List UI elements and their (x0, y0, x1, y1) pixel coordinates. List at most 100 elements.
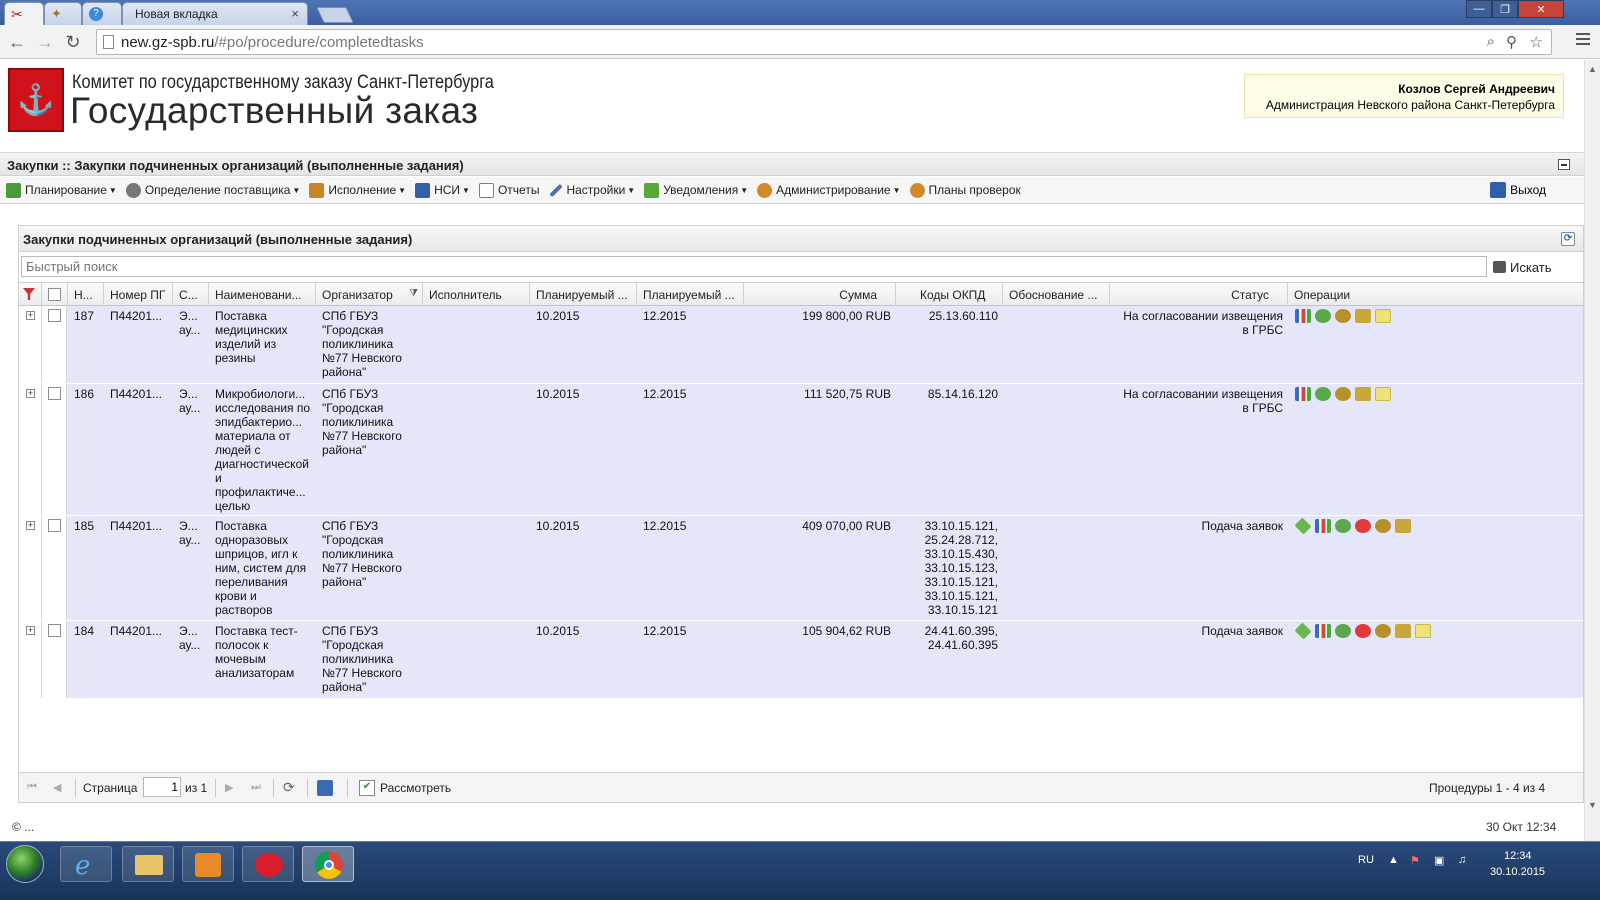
explorer-icon[interactable] (122, 846, 174, 882)
docs-icon[interactable] (1375, 387, 1391, 401)
pin-icon[interactable]: ⚲ (1506, 33, 1517, 51)
gears-icon[interactable] (1335, 624, 1351, 638)
view-icon[interactable]: ✔ (359, 780, 375, 796)
col-okpd[interactable]: Коды ОКПД (896, 283, 1003, 307)
select-all-checkbox[interactable] (42, 283, 68, 307)
col-pg-number[interactable]: Номер ПГ (104, 283, 173, 307)
col-sum[interactable]: Сумма (744, 283, 896, 307)
col-name[interactable]: Наименовани... (209, 283, 316, 307)
docs-icon[interactable] (1415, 624, 1431, 638)
page-number-input[interactable] (143, 777, 181, 797)
tab-new[interactable]: Новая вкладка × (122, 2, 308, 25)
zoom-icon[interactable]: ⌕ (1487, 33, 1495, 50)
gears-icon[interactable] (1315, 387, 1331, 401)
table-row[interactable]: + 187 П44201... Э... ау... Поставка меди… (19, 306, 1583, 384)
emblem-icon[interactable] (1335, 309, 1351, 323)
row-checkbox[interactable] (48, 519, 61, 532)
network-icon[interactable]: ▣ (1434, 854, 1444, 867)
gears-icon[interactable] (1335, 519, 1351, 533)
start-button[interactable] (6, 845, 44, 883)
stop-icon[interactable] (1355, 624, 1371, 638)
tab-procurement[interactable]: ✂ (4, 2, 44, 25)
scroll-icon[interactable] (1355, 387, 1371, 401)
col-planned-2[interactable]: Планируемый ... (637, 283, 744, 307)
filter-icon[interactable]: ⧩ (409, 288, 418, 299)
expand-icon[interactable]: + (26, 389, 35, 398)
tag-icon[interactable] (1294, 517, 1312, 535)
menu-execution[interactable]: Исполнение ▼ (309, 182, 406, 198)
table-row[interactable]: + 185 П44201... Э... ау... Поставка одно… (19, 516, 1583, 621)
chart-icon[interactable] (1315, 519, 1331, 533)
chart-icon[interactable] (1295, 387, 1311, 401)
col-executor[interactable]: Исполнитель (423, 283, 530, 307)
flag-icon[interactable]: ⚑ (1410, 854, 1420, 867)
scroll-down-icon[interactable]: ▼ (1588, 800, 1597, 810)
exit-button[interactable]: Выход (1490, 182, 1546, 198)
table-row[interactable]: + 184 П44201... Э... ау... Поставка тест… (19, 621, 1583, 699)
ie-icon[interactable]: e (60, 846, 112, 882)
clock-time[interactable]: 12:34 (1504, 850, 1532, 862)
col-basis[interactable]: Обоснование ... (1003, 283, 1110, 307)
col-status[interactable]: Статус (1110, 283, 1288, 307)
gears-icon[interactable] (1315, 309, 1331, 323)
scroll-up-icon[interactable]: ▲ (1588, 64, 1597, 74)
close-window-button[interactable]: ✕ (1518, 0, 1564, 18)
expand-icon[interactable]: + (26, 311, 35, 320)
col-organizer[interactable]: Организатор ⧩ (316, 283, 423, 307)
back-button[interactable]: ← (6, 31, 28, 53)
row-checkbox[interactable] (48, 309, 61, 322)
menu-notifications[interactable]: Уведомления ▼ (644, 182, 748, 198)
col-s[interactable]: С... (173, 283, 209, 307)
clock-date[interactable]: 30.10.2015 (1490, 866, 1545, 878)
tab-help[interactable]: ? (82, 2, 122, 25)
collapse-icon[interactable] (1558, 159, 1570, 170)
menu-reports[interactable]: Отчеты (478, 182, 539, 198)
next-page-icon[interactable]: ▶ (225, 781, 239, 795)
docs-icon[interactable] (1375, 309, 1391, 323)
maximize-button[interactable]: ❐ (1492, 0, 1518, 18)
prev-page-icon[interactable]: ◀ (53, 781, 67, 795)
new-tab-button[interactable] (316, 7, 354, 23)
volume-icon[interactable]: ♫ (1458, 854, 1466, 866)
save-icon[interactable] (317, 780, 333, 796)
row-checkbox[interactable] (48, 624, 61, 637)
scroll-icon[interactable] (1355, 309, 1371, 323)
row-checkbox[interactable] (48, 387, 61, 400)
close-icon[interactable]: × (291, 6, 299, 21)
table-row[interactable]: + 186 П44201... Э... ау... Микробиологи.… (19, 384, 1583, 516)
page-scrollbar[interactable]: ▲ ▼ (1584, 60, 1600, 841)
clear-filter-icon[interactable] (19, 283, 42, 307)
col-planned-1[interactable]: Планируемый ... (530, 283, 637, 307)
star-icon[interactable]: ☆ (1530, 33, 1543, 51)
menu-inspection-plans[interactable]: Планы проверок (909, 182, 1021, 198)
tag-icon[interactable] (1294, 622, 1312, 640)
chrome-icon[interactable] (302, 846, 354, 882)
menu-supplier[interactable]: Определение поставщика ▼ (125, 182, 300, 198)
outlook-icon[interactable] (182, 846, 234, 882)
last-page-icon[interactable]: ⏭ (251, 781, 265, 795)
search-input[interactable] (21, 256, 1487, 277)
col-operations[interactable]: Операции (1288, 283, 1583, 307)
expand-icon[interactable]: + (26, 626, 35, 635)
reload-button[interactable]: ↻ (62, 31, 84, 53)
stop-icon[interactable] (1355, 519, 1371, 533)
scroll-icon[interactable] (1395, 624, 1411, 638)
menu-nsi[interactable]: НСИ ▼ (415, 182, 470, 198)
language-indicator[interactable]: RU (1358, 854, 1374, 866)
chart-icon[interactable] (1315, 624, 1331, 638)
menu-settings[interactable]: Настройки ▼ (548, 183, 635, 198)
emblem-icon[interactable] (1375, 624, 1391, 638)
scroll-icon[interactable] (1395, 519, 1411, 533)
view-button[interactable]: Рассмотреть (380, 781, 451, 795)
app-red-icon[interactable] (242, 846, 294, 882)
col-number[interactable]: Н... (68, 283, 104, 307)
tab-emblem[interactable]: ✦ (44, 2, 82, 25)
expand-icon[interactable]: + (26, 521, 35, 530)
refresh-icon[interactable]: ⟳ (1561, 232, 1575, 246)
emblem-icon[interactable] (1375, 519, 1391, 533)
forward-button[interactable]: → (34, 31, 56, 53)
first-page-icon[interactable]: ⏮ (27, 781, 41, 795)
emblem-icon[interactable] (1335, 387, 1351, 401)
menu-icon[interactable] (1576, 33, 1590, 47)
minimize-button[interactable]: — (1466, 0, 1492, 18)
